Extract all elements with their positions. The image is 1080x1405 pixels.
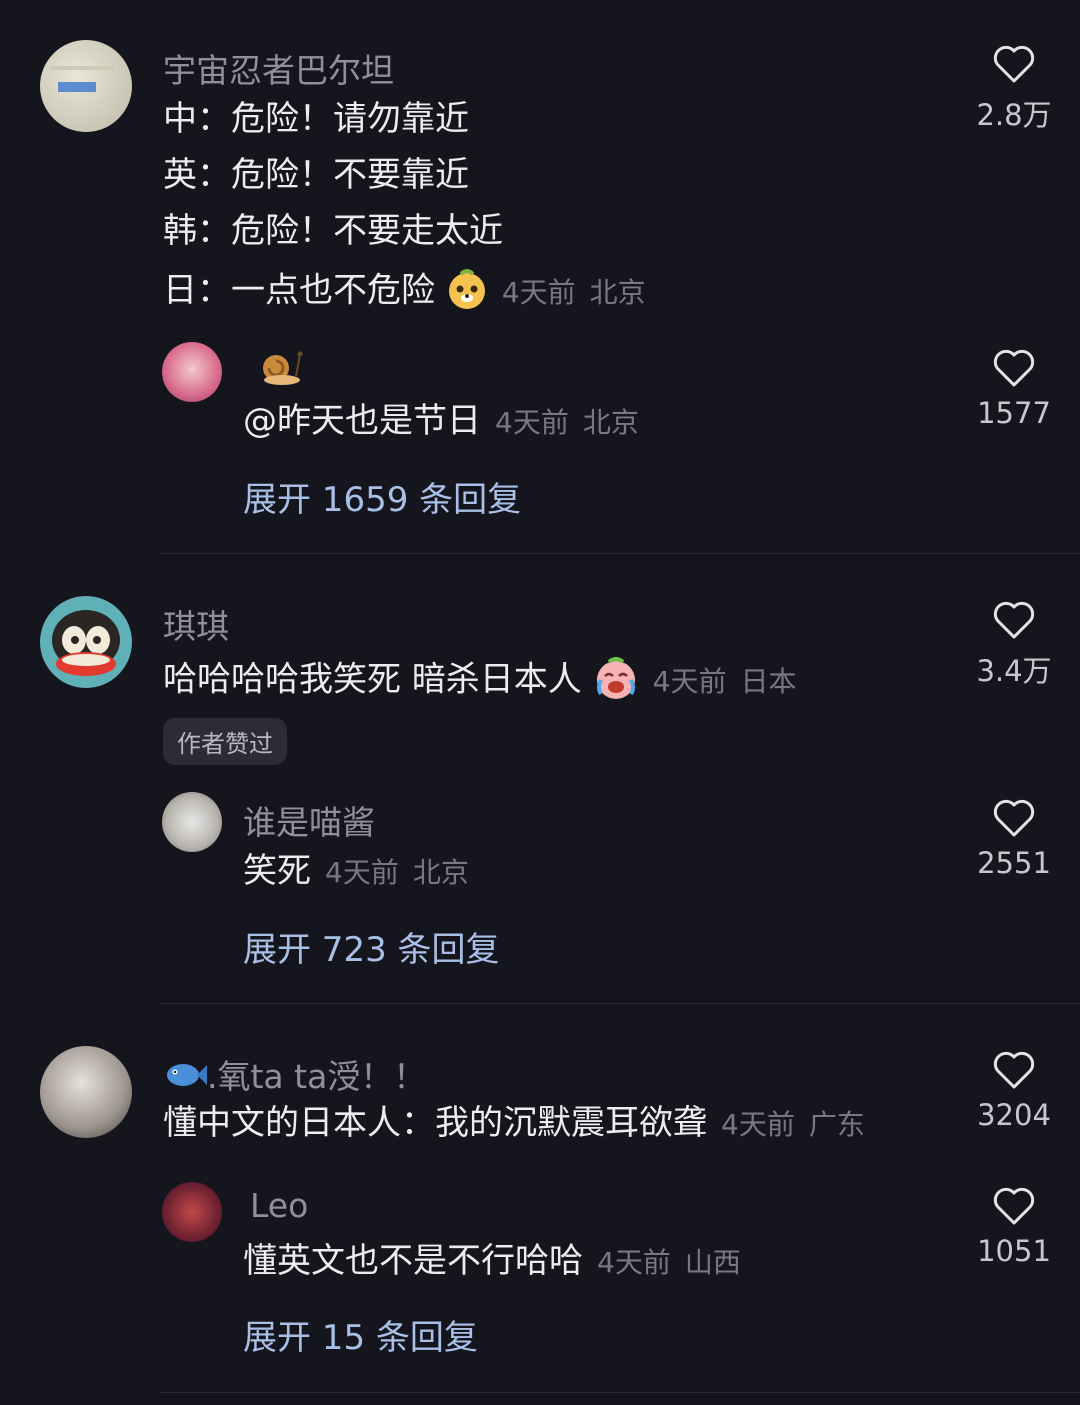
comment-text: 哈哈哈哈我笑死 暗杀日本人 4天前 日本 [163, 656, 796, 706]
reply-time: 4天前 [325, 856, 399, 889]
heart-icon [993, 45, 1035, 83]
like-button[interactable]: 3.4万 [954, 600, 1074, 690]
comment-location: 广东 [808, 1108, 865, 1141]
heart-icon [993, 601, 1035, 639]
comment-location: 日本 [740, 664, 797, 698]
username[interactable]: .氧ta ta涭！！ [163, 1050, 426, 1098]
like-count: 1051 [977, 1234, 1051, 1268]
monkey-avatar-icon [52, 610, 120, 676]
divider [160, 1392, 1080, 1393]
like-button[interactable]: 2551 [954, 798, 1074, 880]
comment-text: 日：一点也不危险 4天前 北京 [163, 268, 646, 316]
like-count: 2.8万 [976, 98, 1052, 132]
like-count: 3.4万 [976, 654, 1052, 688]
expand-replies-button[interactable]: 展开 1659 条回复 [243, 472, 521, 521]
reply-time: 4天前 [597, 1246, 671, 1279]
comment-text: 懂中文的日本人：我的沉默震耳欲聋 4天前 广东 [163, 1106, 865, 1140]
comment-line: 中：危险！请勿靠近 [163, 99, 469, 139]
reply-text: 懂英文也不是不行哈哈 4天前 山西 [243, 1244, 741, 1278]
reply-location: 北京 [582, 406, 639, 439]
comment-line: 英：危险！不要靠近 [163, 155, 469, 195]
comment-time: 4天前 [721, 1108, 795, 1141]
avatar-reply-1[interactable] [162, 342, 222, 402]
avatar-comment-1[interactable] [40, 40, 132, 132]
reply-username[interactable]: 谁是喵酱 [243, 796, 375, 844]
author-liked-badge: 作者赞过 [163, 718, 287, 765]
heart-icon [993, 1187, 1035, 1225]
avatar-detail [58, 82, 96, 92]
dog-face-emoji-icon [446, 268, 488, 316]
fish-emoji-icon [163, 1059, 207, 1098]
like-button[interactable]: 2.8万 [954, 44, 1074, 134]
like-count: 1577 [977, 396, 1051, 430]
snail-emoji-icon [256, 346, 304, 390]
username-text: .氧ta ta涭！！ [207, 1057, 427, 1096]
divider [160, 1003, 1080, 1004]
reply-username[interactable]: Leo [250, 1186, 308, 1225]
avatar-reply-2[interactable] [162, 792, 222, 852]
heart-icon [993, 799, 1035, 837]
divider [160, 553, 1080, 554]
comment-location: 北京 [589, 275, 646, 309]
reply-location: 北京 [412, 856, 469, 889]
like-button[interactable]: 1577 [954, 348, 1074, 430]
reply-text: 笑死 4天前 北京 [243, 854, 469, 888]
username[interactable]: 宇宙忍者巴尔坦 [163, 44, 394, 92]
comment-body: 哈哈哈哈我笑死 暗杀日本人 [163, 659, 582, 700]
like-button[interactable]: 1051 [954, 1186, 1074, 1268]
reply-body: 懂英文也不是不行哈哈 [243, 1241, 583, 1281]
avatar-reply-3[interactable] [162, 1182, 222, 1242]
reply-text: @昨天也是节日 4天前 北京 [243, 404, 639, 438]
comment-line: 韩：危险！不要走太近 [163, 211, 503, 251]
avatar-detail [50, 66, 114, 70]
heart-icon [993, 1051, 1035, 1089]
avatar-comment-2[interactable] [40, 596, 132, 688]
comment-line: 日：一点也不危险 [163, 270, 435, 311]
heart-icon [993, 349, 1035, 387]
comment-time: 4天前 [652, 664, 727, 698]
comment-time: 4天前 [501, 275, 576, 309]
expand-replies-button[interactable]: 展开 15 条回复 [243, 1310, 478, 1359]
username[interactable]: 琪琪 [163, 600, 229, 648]
reply-body: 笑死 [243, 851, 311, 891]
crying-laughing-emoji-icon [593, 656, 639, 706]
comment-body: 懂中文的日本人：我的沉默震耳欲聋 [163, 1103, 707, 1143]
like-button[interactable]: 3204 [954, 1050, 1074, 1132]
reply-mention[interactable]: @昨天也是节日 [243, 401, 481, 441]
reply-location: 山西 [684, 1246, 741, 1279]
reply-time: 4天前 [495, 406, 569, 439]
like-count: 3204 [977, 1098, 1051, 1132]
avatar-comment-3[interactable] [40, 1046, 132, 1138]
expand-replies-button[interactable]: 展开 723 条回复 [243, 922, 500, 971]
like-count: 2551 [977, 846, 1051, 880]
